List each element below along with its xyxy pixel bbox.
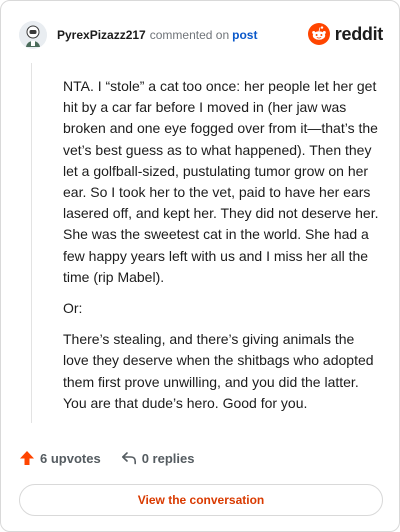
reply-button[interactable]: 0 replies	[121, 450, 195, 466]
comment-paragraph: Or:	[63, 300, 83, 317]
comment-paragraph: NTA. I “stole” a cat too once: her peopl…	[63, 78, 379, 285]
upvote-button[interactable]: 6 upvotes	[19, 450, 101, 466]
view-conversation-button[interactable]: View the conversation	[19, 484, 383, 516]
comment-embed-card: PyrexPizazz217 commented on post reddit …	[0, 0, 400, 532]
reddit-snoo-icon	[307, 23, 330, 45]
user-avatar[interactable]	[19, 21, 47, 49]
comment-meta: PyrexPizazz217 commented on post	[57, 28, 257, 42]
avatar-icon	[19, 21, 47, 49]
username-link[interactable]: PyrexPizazz217	[57, 28, 146, 42]
upvote-arrow-icon	[20, 451, 34, 465]
comment-paragraph: There’s stealing, and there’s giving ani…	[63, 331, 374, 411]
upvote-count: 6 upvotes	[40, 450, 101, 466]
comment-body: NTA. I “stole” a cat too once: her peopl…	[63, 76, 379, 424]
comment-header: PyrexPizazz217 commented on post reddit	[19, 19, 383, 51]
reply-count: 0 replies	[141, 450, 195, 466]
reddit-wordmark: reddit	[334, 23, 384, 44]
thread-line	[31, 63, 32, 423]
reply-arrow-icon	[121, 452, 136, 465]
comment-actions: 6 upvotes 0 replies	[19, 450, 214, 466]
commented-on-text: commented on	[149, 28, 230, 42]
post-link[interactable]: post	[232, 28, 257, 42]
reddit-logo[interactable]: reddit	[307, 23, 384, 45]
